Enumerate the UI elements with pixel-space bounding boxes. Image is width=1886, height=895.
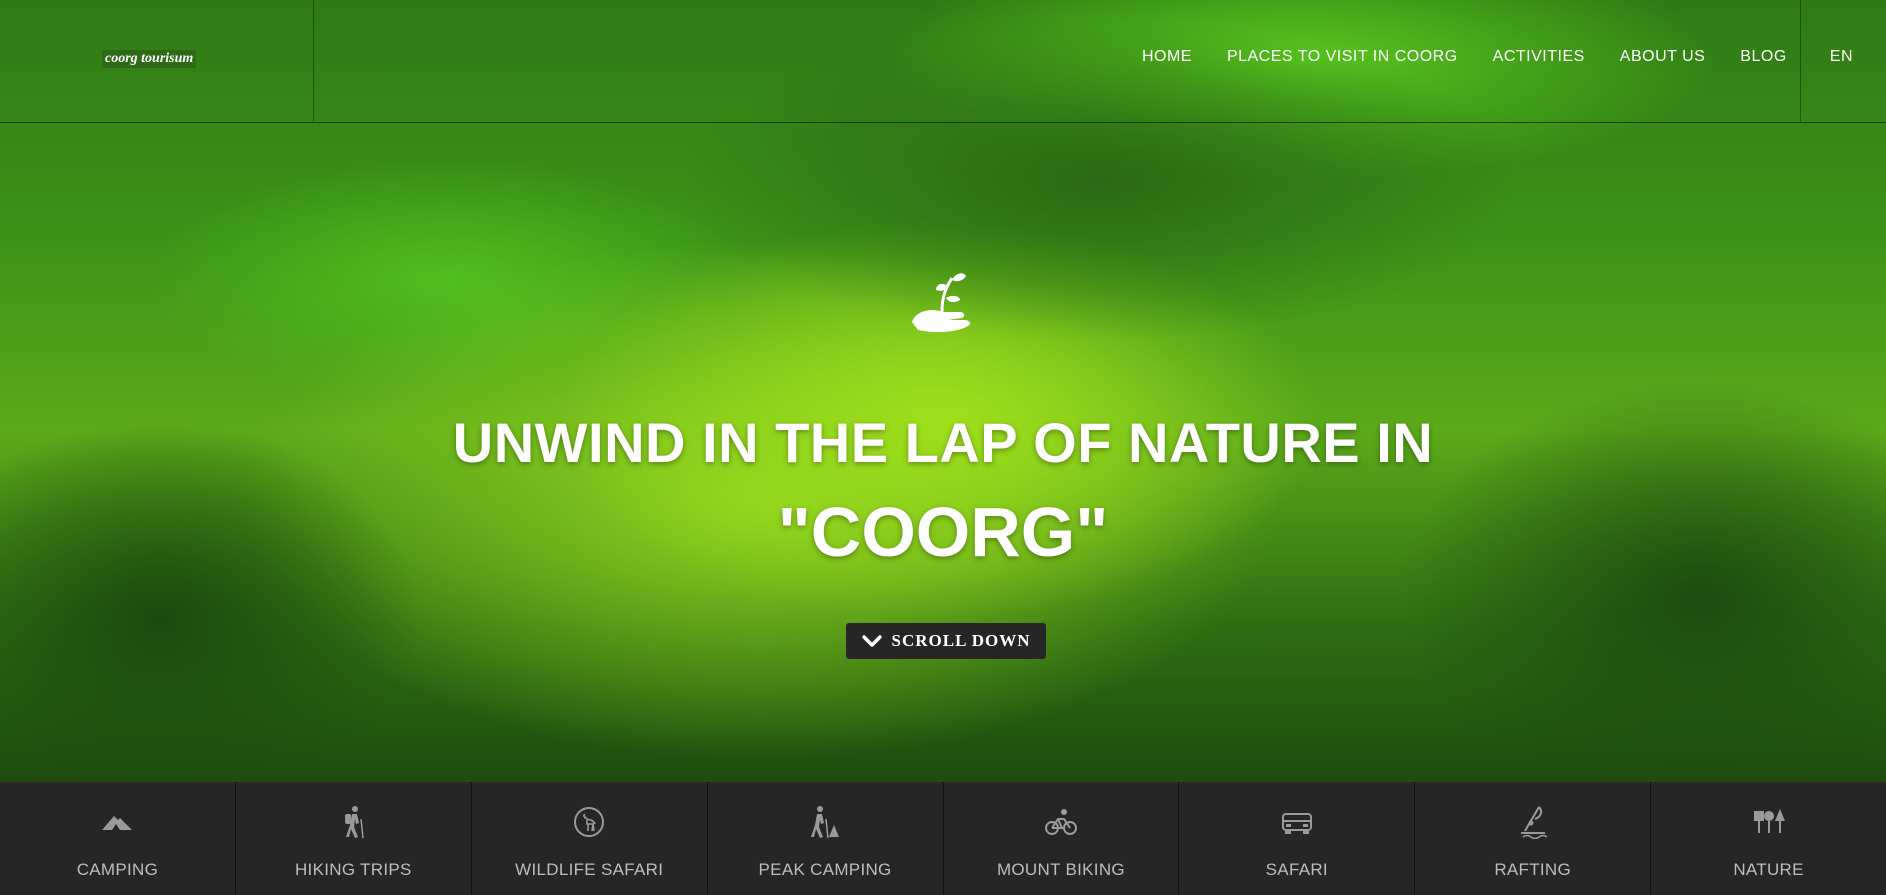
- header-divider-left: [313, 0, 314, 122]
- cyclist-icon: [1044, 809, 1077, 835]
- category-nature[interactable]: NATURE: [1651, 782, 1886, 895]
- language-switch[interactable]: EN: [1830, 48, 1853, 66]
- category-label: NATURE: [1733, 860, 1804, 879]
- hero-headline-line1: UNWIND IN THE LAP OF NATURE IN: [452, 411, 1434, 474]
- category-safari[interactable]: SAFARI: [1179, 782, 1416, 895]
- scroll-down-label: SCROLL DOWN: [891, 631, 1031, 650]
- category-label: HIKING TRIPS: [294, 860, 412, 879]
- category-wildlife-safari[interactable]: WILDLIFE SAFARI: [472, 782, 708, 895]
- category-label: PEAK CAMPING: [758, 860, 892, 879]
- category-label: CAMPING: [76, 860, 159, 879]
- nav-about[interactable]: ABOUT US: [1620, 48, 1706, 66]
- nav-home[interactable]: HOME: [1142, 48, 1192, 66]
- category-hiking-trips[interactable]: HIKING TRIPS: [236, 782, 472, 895]
- chevron-down-icon: [861, 635, 882, 647]
- hand-sprout-icon: [912, 273, 971, 333]
- nav-blog[interactable]: BLOG: [1740, 48, 1786, 66]
- category-rafting[interactable]: RAFTING: [1415, 782, 1652, 895]
- scroll-down-button[interactable]: SCROLL DOWN: [846, 623, 1046, 659]
- category-label: SAFARI: [1265, 860, 1328, 879]
- hiker-icon: [345, 806, 365, 839]
- header-divider: [0, 122, 1886, 123]
- peak-hiker-icon: [811, 806, 840, 839]
- rafting-icon: [1520, 806, 1548, 839]
- category-label: MOUNT BIKING: [996, 860, 1125, 879]
- category-label: WILDLIFE SAFARI: [515, 860, 664, 879]
- site-logo[interactable]: coorg tourisum: [102, 50, 197, 68]
- nav-places[interactable]: PLACES TO VISIT IN COORG: [1227, 48, 1458, 66]
- trees-icon: [1753, 809, 1785, 833]
- jeep-icon: [1281, 813, 1312, 834]
- category-peak-camping[interactable]: PEAK CAMPING: [708, 782, 944, 895]
- tent-icon: [102, 816, 133, 830]
- hero-headline-line2: "COORG": [777, 493, 1109, 571]
- category-mount-biking[interactable]: MOUNT BIKING: [944, 782, 1180, 895]
- deer-icon: [574, 807, 605, 837]
- category-label: RAFTING: [1494, 860, 1572, 879]
- nav-activities[interactable]: ACTIVITIES: [1493, 48, 1585, 66]
- hero-banner: coorg tourisum HOME PLACES TO VISIT IN C…: [0, 0, 1886, 782]
- category-camping[interactable]: CAMPING: [0, 782, 236, 895]
- main-nav: HOME PLACES TO VISIT IN COORG ACTIVITIES…: [1142, 48, 1886, 66]
- activity-category-bar: CAMPING HIKING TRIPS WILDLIFE SAFARI PEA…: [0, 782, 1886, 895]
